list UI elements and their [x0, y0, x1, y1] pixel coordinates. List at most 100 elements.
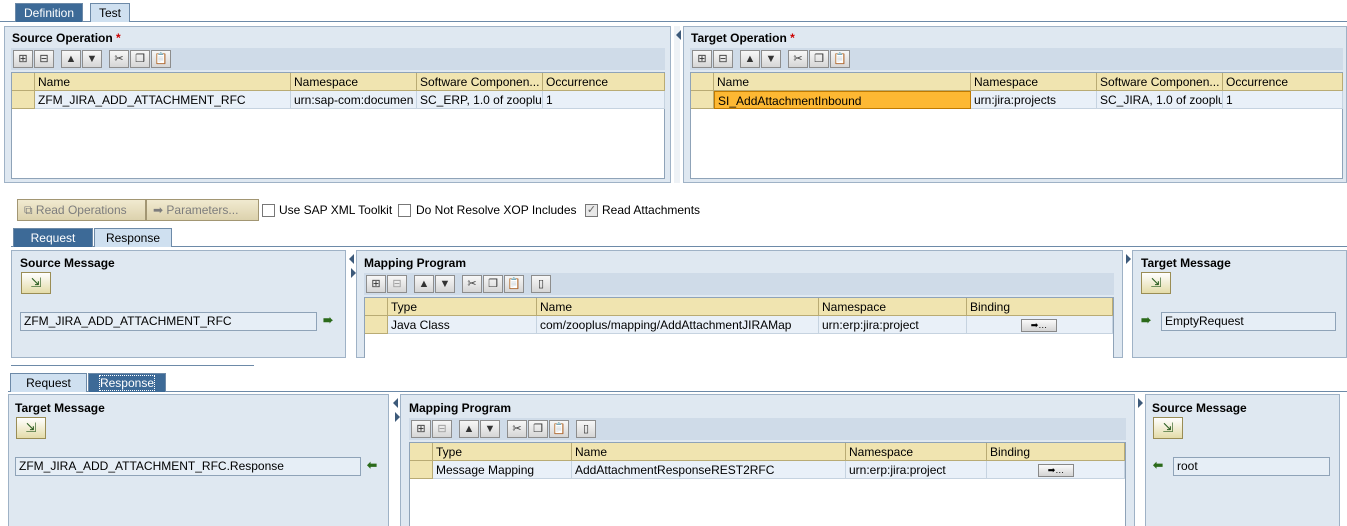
request-source-message-field[interactable]: ZFM_JIRA_ADD_ATTACHMENT_RFC — [20, 312, 317, 331]
read-attachments-checkbox[interactable]: ✓ — [585, 204, 598, 217]
row-selector[interactable] — [365, 316, 388, 334]
table-cell[interactable]: SI_AddAttachmentInbound — [714, 91, 971, 109]
move-down-icon[interactable]: ▼ — [761, 50, 781, 68]
column-header[interactable]: Type — [388, 298, 537, 316]
table-cell[interactable]: ZFM_JIRA_ADD_ATTACHMENT_RFC — [35, 91, 291, 109]
table-cell[interactable]: urn:erp:jira:project — [819, 316, 967, 334]
collapse-left-icon[interactable] — [349, 254, 354, 264]
table-cell[interactable]: AddAttachmentResponseREST2RFC — [572, 461, 846, 479]
copy-icon[interactable]: ❐ — [483, 275, 503, 293]
copy-icon[interactable]: ❐ — [130, 50, 150, 68]
document-icon[interactable]: ▯ — [531, 275, 551, 293]
paste-icon[interactable]: 📋 — [549, 420, 569, 438]
use-sap-xml-toolkit-checkbox[interactable] — [262, 204, 275, 217]
column-header[interactable]: Occurrence — [1223, 73, 1343, 91]
move-up-icon[interactable]: ▲ — [61, 50, 81, 68]
row-selector[interactable] — [410, 461, 433, 479]
collapse-right-icon[interactable] — [1126, 254, 1131, 264]
table-cell[interactable]: urn:erp:jira:project — [846, 461, 987, 479]
collapse-left-icon[interactable] — [393, 398, 398, 408]
column-header[interactable]: Binding — [987, 443, 1125, 461]
row-selector-header — [12, 73, 35, 91]
cut-icon[interactable]: ✂ — [462, 275, 482, 293]
column-header[interactable]: Name — [714, 73, 971, 91]
table-cell[interactable]: Message Mapping — [433, 461, 572, 479]
move-up-icon[interactable]: ▲ — [740, 50, 760, 68]
do-not-resolve-xop-checkbox[interactable] — [398, 204, 411, 217]
table-cell[interactable]: urn:jira:projects — [971, 91, 1097, 109]
column-header[interactable]: Software Componen... — [1097, 73, 1223, 91]
tab-response[interactable]: Response — [94, 228, 172, 247]
column-header[interactable]: Type — [433, 443, 572, 461]
copy-icon[interactable]: ❐ — [528, 420, 548, 438]
copy-icon[interactable]: ❐ — [809, 50, 829, 68]
delete-row-icon[interactable]: ⊟ — [34, 50, 54, 68]
request-tabstrip-line — [11, 246, 1347, 247]
delete-row-icon[interactable]: ⊟ — [713, 50, 733, 68]
table-cell[interactable]: com/zooplus/mapping/AddAttachmentJIRAMap — [537, 316, 819, 334]
table-cell[interactable]: SC_ERP, 1.0 of zooplu — [417, 91, 543, 109]
cut-icon[interactable]: ✂ — [109, 50, 129, 68]
binding-button[interactable]: ➡… — [1021, 319, 1057, 332]
insert-row-icon[interactable]: ⊞ — [13, 50, 33, 68]
tab-request[interactable]: Request — [13, 228, 93, 247]
do-not-resolve-xop-label: Do Not Resolve XOP Includes — [416, 203, 577, 217]
select-message-icon[interactable]: ⇲ — [1141, 272, 1171, 294]
cut-icon[interactable]: ✂ — [507, 420, 527, 438]
column-header[interactable]: Namespace — [291, 73, 417, 91]
tab-test[interactable]: Test — [90, 3, 131, 22]
row-selector[interactable] — [12, 91, 35, 109]
parameters-button[interactable]: ➡ Parameters... — [146, 199, 259, 221]
cut-icon[interactable]: ✂ — [788, 50, 808, 68]
select-message-icon[interactable]: ⇲ — [1153, 417, 1183, 439]
request-mapping-program-title: Mapping Program — [364, 256, 467, 270]
select-message-icon[interactable]: ⇲ — [16, 417, 46, 439]
target-operation-title: Target Operation * — [691, 31, 795, 45]
document-icon[interactable]: ▯ — [576, 420, 596, 438]
move-down-icon[interactable]: ▼ — [480, 420, 500, 438]
response-mapping-toolbar: ⊞ ⊟ ▲ ▼ ✂ ❐ 📋 ▯ — [409, 418, 1126, 440]
paste-icon[interactable]: 📋 — [830, 50, 850, 68]
request-target-message-field[interactable]: EmptyRequest — [1161, 312, 1336, 331]
tab-response[interactable]: Response — [88, 373, 166, 392]
column-header[interactable]: Namespace — [971, 73, 1097, 91]
move-up-icon[interactable]: ▲ — [414, 275, 434, 293]
collapse-left-icon[interactable] — [676, 30, 681, 40]
insert-row-icon[interactable]: ⊞ — [366, 275, 386, 293]
arrow-right-icon: ➠ — [323, 313, 334, 327]
paste-icon[interactable]: 📋 — [151, 50, 171, 68]
move-up-icon[interactable]: ▲ — [459, 420, 479, 438]
delete-row-icon[interactable]: ⊟ — [387, 275, 407, 293]
binding-button[interactable]: ➡… — [1038, 464, 1074, 477]
table-cell[interactable]: 1 — [543, 91, 665, 109]
column-header[interactable]: Occurrence — [543, 73, 665, 91]
column-header[interactable]: Name — [572, 443, 846, 461]
tab-request[interactable]: Request — [10, 373, 87, 392]
column-header[interactable]: Name — [537, 298, 819, 316]
insert-row-icon[interactable]: ⊞ — [692, 50, 712, 68]
move-down-icon[interactable]: ▼ — [82, 50, 102, 68]
table-cell[interactable]: 1 — [1223, 91, 1343, 109]
delete-row-icon[interactable]: ⊟ — [432, 420, 452, 438]
column-header[interactable]: Software Componen... — [417, 73, 543, 91]
response-target-message-field[interactable]: ZFM_JIRA_ADD_ATTACHMENT_RFC.Response — [15, 457, 361, 476]
table-cell[interactable]: Java Class — [388, 316, 537, 334]
select-message-icon[interactable]: ⇲ — [21, 272, 51, 294]
move-down-icon[interactable]: ▼ — [435, 275, 455, 293]
paste-icon[interactable]: 📋 — [504, 275, 524, 293]
column-header[interactable]: Namespace — [846, 443, 987, 461]
column-header[interactable]: Binding — [967, 298, 1113, 316]
column-header[interactable]: Namespace — [819, 298, 967, 316]
collapse-right-icon[interactable] — [1138, 398, 1143, 408]
tab-definition[interactable]: Definition — [15, 3, 84, 22]
row-selector[interactable] — [691, 91, 714, 109]
splitter[interactable] — [674, 26, 680, 183]
read-operations-button[interactable]: ⧉ Read Operations — [17, 199, 146, 221]
table-cell[interactable]: urn:sap-com:documen — [291, 91, 417, 109]
source-operation-toolbar: ⊞ ⊟ ▲ ▼ ✂ ❐ 📋 — [11, 48, 665, 70]
column-header[interactable]: Name — [35, 73, 291, 91]
response-source-message-field[interactable]: root — [1173, 457, 1330, 476]
table-cell[interactable]: SC_JIRA, 1.0 of zooplu — [1097, 91, 1223, 109]
insert-row-icon[interactable]: ⊞ — [411, 420, 431, 438]
arrow-left-icon: ⬅ — [367, 458, 378, 472]
